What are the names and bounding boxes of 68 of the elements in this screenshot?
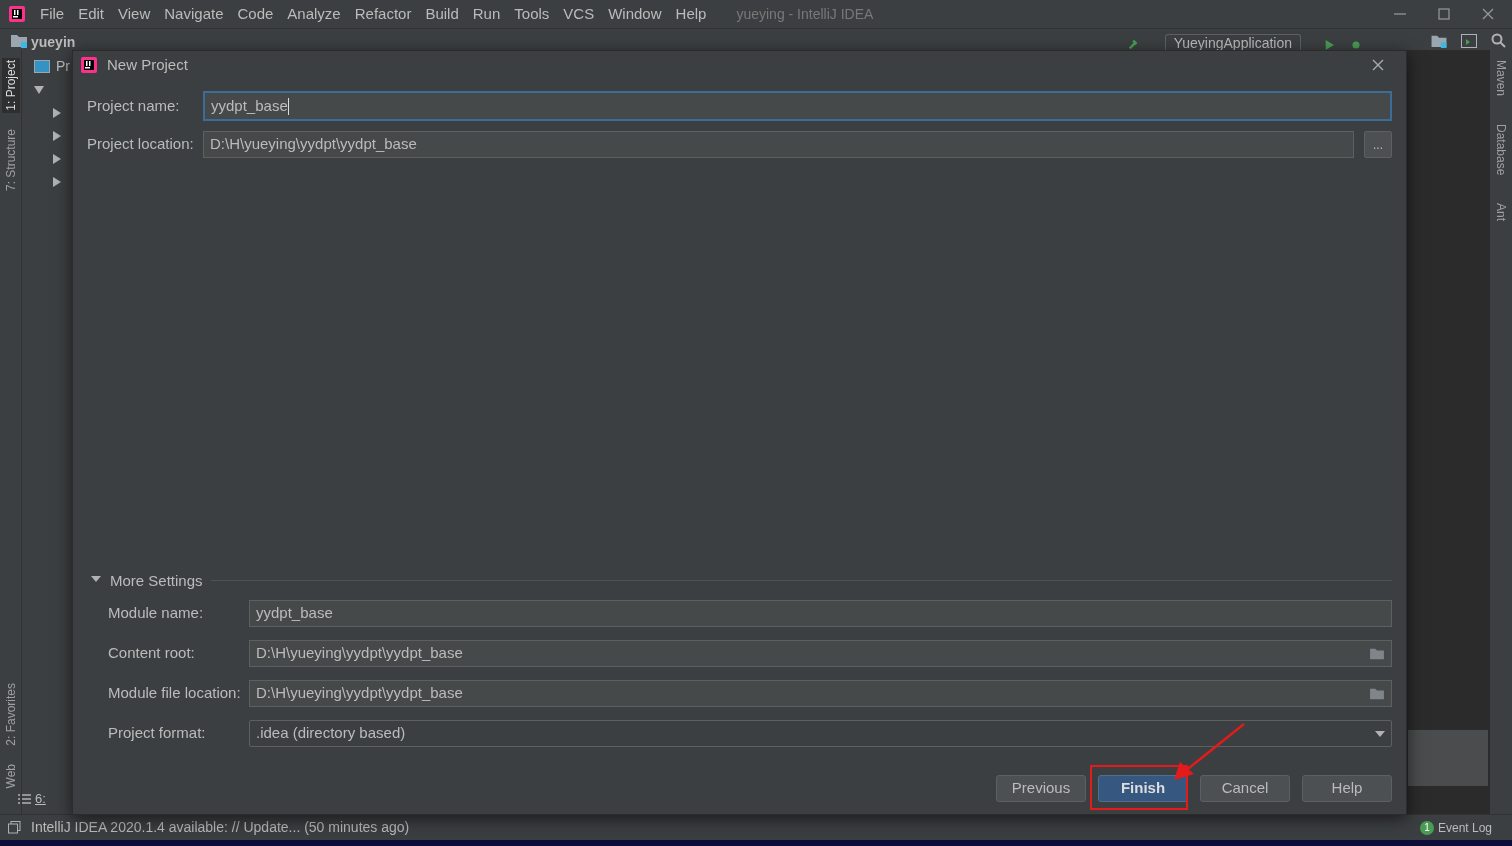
- input-field[interactable]: yydpt_base: [203, 91, 1392, 121]
- collapse-arrow-icon[interactable]: [34, 85, 44, 95]
- input-field[interactable]: D:\H\yueying\yydpt\yydpt_base: [249, 640, 1392, 667]
- field-label: Project location:: [87, 134, 195, 155]
- tool-window-tab[interactable]: Database: [1492, 124, 1510, 176]
- expand-arrow-icon[interactable]: [52, 177, 62, 187]
- menu-item[interactable]: Run: [472, 2, 501, 26]
- input-field[interactable]: D:\H\yueying\yydpt\yydpt_base: [249, 680, 1392, 707]
- expand-arrow-icon[interactable]: [52, 131, 62, 141]
- panel-title: Pr: [56, 56, 70, 76]
- menu-item[interactable]: Refactor: [354, 2, 412, 26]
- field-label: Module name:: [108, 603, 205, 624]
- notification-count-badge: 1: [1419, 820, 1434, 835]
- close-icon[interactable]: [1482, 8, 1494, 20]
- field-label: Content root:: [108, 643, 196, 664]
- menu-item[interactable]: Edit: [78, 2, 105, 26]
- expand-arrow-icon[interactable]: [52, 154, 62, 164]
- dialog-button[interactable]: Help: [1302, 775, 1392, 802]
- annotation-arrow: [1174, 723, 1245, 780]
- text-cursor: [287, 97, 289, 115]
- tool-window-tab[interactable]: 6:: [35, 789, 46, 809]
- field-label: Project format:: [108, 723, 207, 744]
- tool-window-tab[interactable]: 2: Favorites: [1, 680, 20, 748]
- menu-item[interactable]: Code: [237, 2, 274, 26]
- menu-item[interactable]: VCS: [563, 2, 595, 26]
- panel-icon: [34, 59, 50, 73]
- input-field[interactable]: D:\H\yueying\yydpt\yydpt_base: [203, 131, 1354, 158]
- project-structure-icon[interactable]: [1431, 34, 1447, 48]
- tool-window-tab[interactable]: Ant: [1492, 203, 1510, 222]
- browse-button[interactable]: ...: [1364, 131, 1392, 158]
- toggle-panels-icon[interactable]: [8, 821, 21, 834]
- caret-icon: [1375, 730, 1385, 737]
- tool-window-tab[interactable]: Web: [1, 761, 20, 790]
- folder-icon[interactable]: [1369, 647, 1385, 660]
- close-icon[interactable]: [1372, 59, 1384, 71]
- more-settings-toggle[interactable]: More Settings: [91, 569, 203, 592]
- tool-window-tab[interactable]: Maven: [1492, 60, 1510, 97]
- dialog-button[interactable]: Cancel: [1200, 775, 1290, 802]
- menu-item[interactable]: View: [118, 2, 151, 26]
- window-title: yueying - IntelliJ IDEA: [736, 4, 874, 24]
- menu-item[interactable]: Analyze: [287, 2, 341, 26]
- menu-item[interactable]: Build: [425, 2, 459, 26]
- folder-icon[interactable]: [1369, 687, 1385, 700]
- app-logo-icon: [81, 57, 97, 73]
- app-logo-icon: [9, 6, 25, 22]
- search-icon[interactable]: [1491, 33, 1506, 48]
- field-label: Project name:: [87, 95, 181, 116]
- tool-window-tab[interactable]: 7: Structure: [1, 126, 20, 193]
- dialog-title: New Project: [107, 54, 188, 75]
- folder-icon: [11, 33, 27, 48]
- tool-window-tab[interactable]: 1: Project: [1, 58, 20, 113]
- dialog-button[interactable]: Finish: [1098, 775, 1188, 802]
- maximize-icon[interactable]: [1438, 8, 1450, 20]
- menu-item[interactable]: Window: [608, 2, 662, 26]
- dialog-button[interactable]: Previous: [996, 775, 1086, 802]
- expand-arrow-icon[interactable]: [52, 108, 62, 118]
- format-dropdown[interactable]: .idea (directory based): [249, 720, 1392, 747]
- list-icon: [18, 794, 31, 804]
- project-name[interactable]: yueyin: [31, 34, 76, 50]
- event-log-link[interactable]: Event Log: [1437, 818, 1492, 837]
- menu-item[interactable]: Navigate: [164, 2, 224, 26]
- status-message: IntelliJ IDEA 2020.1.4 available: // Update... (50 minutes ago): [31, 818, 410, 837]
- input-field[interactable]: yydpt_base: [249, 600, 1392, 627]
- terminal-icon[interactable]: [1461, 34, 1477, 48]
- menu-item[interactable]: Help: [675, 2, 707, 26]
- field-label: Module file location:: [108, 683, 242, 704]
- menu-item[interactable]: File: [40, 2, 65, 26]
- menu-item[interactable]: Tools: [514, 2, 550, 26]
